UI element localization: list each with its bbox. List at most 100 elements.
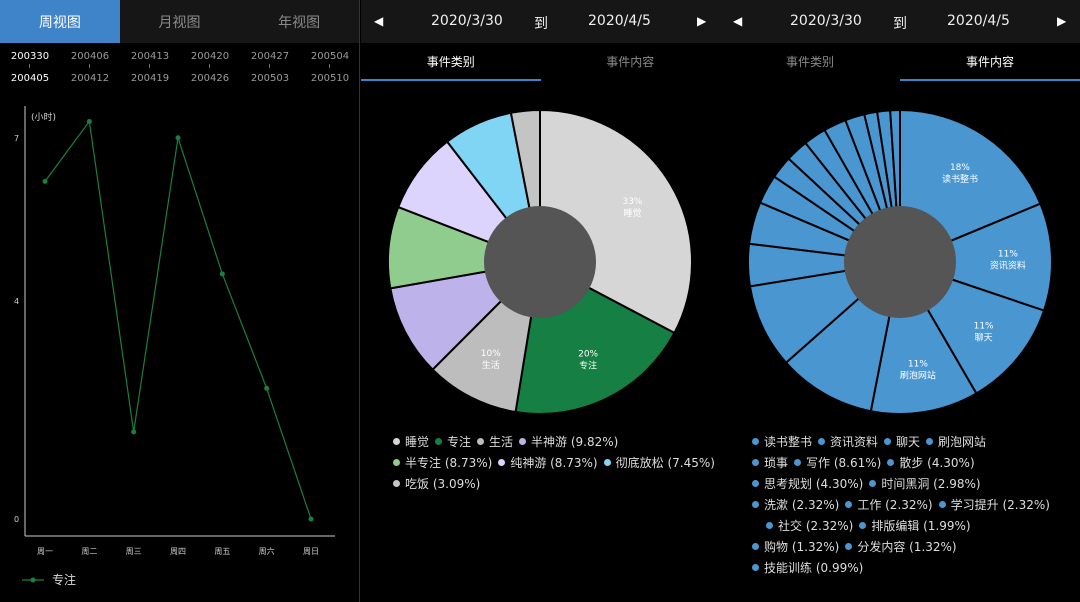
legend-dot (887, 459, 895, 466)
slice-label: 聊天 (975, 331, 993, 343)
slice-label: 资讯资料 (990, 259, 1026, 271)
week-start: 200420 (190, 51, 230, 62)
tab-event-category[interactable]: 事件类别 (720, 43, 900, 81)
legend-dot (477, 438, 485, 445)
tab-week-view[interactable]: 周视图 (0, 0, 120, 43)
data-point (175, 135, 181, 141)
legend-label: 排版编辑 (1.99%) (871, 519, 971, 533)
range-end[interactable]: 2020/4/5 (947, 13, 1010, 29)
week-start: 200413 (130, 51, 170, 62)
data-point (264, 385, 270, 391)
x-tick-label: 周四 (170, 547, 186, 556)
legend-item[interactable]: 专注 (435, 432, 471, 453)
legend-label: 琐事 (764, 456, 789, 470)
range-start[interactable]: 2020/3/30 (431, 13, 503, 29)
legend-item[interactable]: 读书整书 (752, 432, 812, 453)
prev-arrow-icon[interactable]: ◀ (374, 14, 383, 28)
legend-label: 资讯资料 (830, 435, 879, 449)
y-axis-label: (小时) (31, 111, 56, 123)
week-end: 200412 (70, 73, 110, 84)
legend-item[interactable]: 琐事 (752, 453, 788, 474)
week-start: 200330 (10, 51, 50, 62)
week-end: 200405 (10, 73, 50, 84)
content-legend: 读书整书 资讯资料 聊天 刷泡网站 琐事 写作 (8.61%) 散步 (4.30%) 思考规划… (752, 432, 1056, 579)
tab-event-content[interactable]: 事件内容 (540, 43, 720, 81)
legend-item[interactable]: 学习提升 (2.32%) (938, 495, 1050, 516)
legend-item[interactable]: 散步 (4.30%) (887, 453, 975, 474)
legend-item[interactable]: 纯神游 (8.73%) (498, 453, 598, 474)
legend-dot (752, 543, 759, 550)
y-tick-label: 7 (14, 134, 19, 143)
tab-month-view[interactable]: 月视图 (120, 0, 240, 43)
legend-row: 睡觉 专注 生活 半神游 (9.82%) (393, 432, 721, 453)
legend-item[interactable]: 时间黑洞 (2.98%) (869, 474, 981, 495)
legend-label: 写作 (8.61%) (806, 456, 882, 470)
data-point (131, 429, 137, 435)
legend-dot (603, 459, 611, 466)
legend-label: 社交 (2.32%) (778, 519, 854, 533)
slice-percent: 18% (950, 163, 970, 173)
slice-label: 专注 (579, 360, 597, 372)
legend-row: 洗漱 (2.32%) 工作 (2.32%) 学习提升 (2.32%) (752, 495, 1056, 516)
next-arrow-icon[interactable]: ▶ (697, 14, 706, 28)
data-point (86, 118, 92, 124)
slice-percent: 10% (481, 349, 501, 359)
week-end: 200510 (310, 73, 350, 84)
legend-item[interactable]: 社交 (2.32%) (766, 516, 853, 537)
legend-dot (393, 480, 400, 487)
range-end[interactable]: 2020/4/5 (588, 13, 651, 29)
legend-label: 生活 (489, 435, 514, 449)
legend-marker (30, 577, 36, 583)
legend-dot (938, 501, 946, 508)
legend-label: 读书整书 (764, 435, 813, 449)
week-tick (269, 64, 270, 68)
x-tick-label: 周五 (214, 547, 230, 556)
legend-dot (498, 459, 506, 466)
prev-arrow-icon[interactable]: ◀ (733, 14, 742, 28)
view-tabs: 周视图 月视图 年视图 (0, 0, 359, 43)
next-arrow-icon[interactable]: ▶ (1057, 14, 1066, 28)
legend-item[interactable]: 聊天 (884, 432, 920, 453)
data-point (219, 271, 225, 277)
tab-year-view[interactable]: 年视图 (239, 0, 359, 43)
legend-dot (752, 480, 759, 487)
week-start: 200406 (70, 51, 110, 62)
y-tick-label: 0 (14, 515, 19, 524)
legend-label: 刷泡网站 (938, 435, 987, 449)
legend-item[interactable]: 排版编辑 (1.99%) (859, 516, 971, 537)
sub-tabs: 事件类别 事件内容 (361, 43, 720, 81)
tab-event-content[interactable]: 事件内容 (900, 43, 1080, 81)
legend-dot (845, 501, 853, 508)
legend-label: 分发内容 (1.32%) (857, 540, 957, 554)
donut-hole (484, 206, 596, 318)
legend-item[interactable]: 工作 (2.32%) (845, 495, 933, 516)
legend-item[interactable]: 购物 (1.32%) (752, 537, 839, 558)
legend-item[interactable]: 洗漱 (2.32%) (752, 495, 839, 516)
legend-row: 思考规划 (4.30%) 时间黑洞 (2.98%) (752, 474, 1056, 495)
week-tick (149, 64, 150, 68)
legend-item[interactable]: 技能训练 (0.99%) (752, 558, 863, 579)
legend-item[interactable]: 分发内容 (1.32%) (845, 537, 957, 558)
legend-dot (859, 522, 867, 529)
legend-dot (926, 438, 934, 445)
legend-label: 专注 (447, 435, 472, 449)
legend-item[interactable]: 睡觉 (393, 432, 429, 453)
range-start[interactable]: 2020/3/30 (790, 13, 862, 29)
legend-dot (393, 459, 400, 466)
legend-item[interactable]: 思考规划 (4.30%) (752, 474, 863, 495)
sub-tabs: 事件类别 事件内容 (720, 43, 1080, 81)
legend-item[interactable]: 刷泡网站 (926, 432, 986, 453)
legend-item[interactable]: 生活 (477, 432, 513, 453)
legend-row: 社交 (2.32%) 排版编辑 (1.99%) (752, 516, 1056, 537)
legend-dot (884, 438, 892, 445)
legend-item[interactable]: 写作 (8.61%) (794, 453, 881, 474)
legend-label: 彻底放松 (7.45%) (615, 456, 715, 470)
legend-item[interactable]: 吃饭 (3.09%) (393, 474, 480, 495)
x-tick-label: 周日 (303, 547, 319, 556)
legend-item[interactable]: 资讯资料 (818, 432, 878, 453)
legend-item[interactable]: 彻底放松 (7.45%) (603, 453, 715, 474)
tab-event-category[interactable]: 事件类别 (361, 43, 541, 81)
range-to: 到 (534, 16, 548, 32)
legend-item[interactable]: 半神游 (9.82%) (519, 432, 618, 453)
legend-item[interactable]: 半专注 (8.73%) (393, 453, 492, 474)
